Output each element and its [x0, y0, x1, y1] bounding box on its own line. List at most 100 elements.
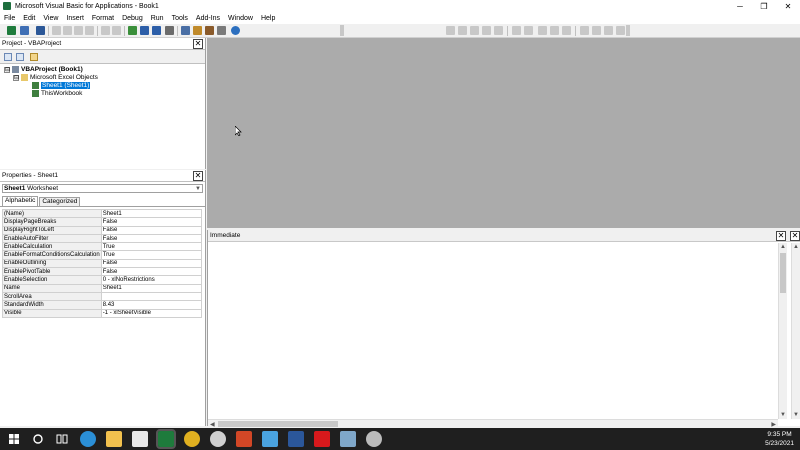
close-window-button[interactable]: ✕	[776, 0, 800, 12]
property-row[interactable]: (Name) Sheet1	[2, 208, 203, 219]
property-row[interactable]: DisplayPageBreaks False	[2, 217, 203, 227]
menu-insert[interactable]: Insert	[66, 15, 84, 22]
code-workspace[interactable]	[207, 38, 800, 228]
property-row[interactable]: ScrollArea	[2, 291, 203, 302]
notepad-icon[interactable]	[340, 431, 356, 447]
edge-icon[interactable]	[80, 431, 96, 447]
property-row[interactable]: Name Sheet1	[2, 283, 203, 293]
object-browser-icon[interactable]	[205, 26, 214, 35]
scroll-up-icon[interactable]: ▲	[780, 244, 786, 250]
indent-icon[interactable]	[512, 26, 521, 35]
excel-view-icon[interactable]	[7, 26, 16, 35]
find-icon[interactable]	[85, 26, 94, 35]
scroll-left-icon[interactable]: ◀	[210, 421, 215, 428]
chevron-down-icon[interactable]: ▼	[194, 186, 202, 192]
word-icon[interactable]	[288, 431, 304, 447]
copy-icon[interactable]	[63, 26, 72, 35]
property-value[interactable]: 0 - xlNoRestrictions	[100, 275, 203, 285]
toggle-folders-icon[interactable]	[30, 53, 38, 61]
immediate-outer-close-icon[interactable]: ✕	[790, 230, 800, 241]
scroll-right-icon[interactable]: ▶	[771, 421, 776, 428]
windows-start-icon[interactable]	[6, 431, 22, 447]
clear-bookmarks-icon[interactable]	[616, 26, 625, 35]
view-object-icon[interactable]	[16, 53, 24, 61]
app-icon[interactable]	[210, 431, 226, 447]
acrobat-icon[interactable]	[314, 431, 330, 447]
help-icon[interactable]	[231, 26, 240, 35]
property-value[interactable]: -1 - xlSheetVisible	[100, 308, 203, 318]
immediate-horizontal-scrollbar[interactable]: ◀ ▶	[208, 419, 778, 428]
break-icon[interactable]	[140, 26, 149, 35]
mail-icon[interactable]	[132, 431, 148, 447]
scroll-down-icon[interactable]: ▼	[793, 412, 799, 418]
project-explorer-icon[interactable]	[181, 26, 190, 35]
menu-edit[interactable]: Edit	[23, 15, 35, 22]
settings-icon[interactable]	[366, 431, 382, 447]
redo-icon[interactable]	[112, 26, 121, 35]
property-value[interactable]: Sheet1	[100, 283, 203, 293]
uncomment-block-icon[interactable]	[562, 26, 571, 35]
outer-vertical-scrollbar[interactable]: ▲ ▼	[791, 243, 800, 419]
expander-icon[interactable]: ⊟	[4, 66, 10, 73]
quick-info-icon[interactable]	[470, 26, 479, 35]
menu-window[interactable]: Window	[228, 15, 253, 22]
menu-debug[interactable]: Debug	[122, 15, 143, 22]
scroll-thumb[interactable]	[780, 253, 786, 293]
tree-folder[interactable]: ⊟ Microsoft Excel Objects	[13, 74, 98, 81]
property-value[interactable]	[100, 291, 203, 302]
task-view-icon[interactable]	[54, 431, 70, 447]
tree-root[interactable]: ⊟ VBAProject (Book1)	[4, 66, 83, 73]
run-icon[interactable]	[128, 26, 137, 35]
project-pane-close-icon[interactable]: ✕	[193, 38, 203, 49]
toolbar-grip-2[interactable]	[626, 25, 630, 36]
menu-format[interactable]: Format	[92, 15, 114, 22]
property-value[interactable]: 8.43	[100, 300, 203, 310]
property-value[interactable]: Sheet1	[100, 208, 203, 219]
property-row[interactable]: EnableFormatConditionsCalculation True	[2, 250, 203, 260]
powerpoint-icon[interactable]	[236, 431, 252, 447]
property-value[interactable]: False	[100, 233, 203, 244]
property-row[interactable]: EnableOutlining False	[2, 258, 203, 269]
tab-categorized[interactable]: Categorized	[39, 197, 81, 206]
immediate-text-area[interactable]	[208, 243, 778, 418]
excel-icon[interactable]	[156, 429, 176, 449]
scroll-down-icon[interactable]: ▼	[780, 412, 786, 418]
search-icon[interactable]	[30, 431, 46, 447]
design-mode-icon[interactable]	[165, 26, 174, 35]
properties-window-icon[interactable]	[193, 26, 202, 35]
tree-item-sheet1[interactable]: Sheet1 (Sheet1)	[32, 82, 91, 89]
property-row[interactable]: EnablePivotTable False	[2, 267, 203, 277]
scroll-up-icon[interactable]: ▲	[793, 244, 799, 250]
toggle-breakpoint-icon[interactable]	[538, 26, 547, 35]
chrome-icon[interactable]	[184, 431, 200, 447]
previous-bookmark-icon[interactable]	[604, 26, 613, 35]
properties-pane-close-icon[interactable]: ✕	[193, 170, 203, 181]
property-row[interactable]: EnableSelection 0 - xlNoRestrictions	[2, 275, 203, 285]
expander-icon[interactable]: ⊟	[13, 74, 19, 81]
property-row[interactable]: EnableCalculation True	[2, 242, 203, 252]
menu-tools[interactable]: Tools	[172, 15, 188, 22]
list-constants-icon[interactable]	[458, 26, 467, 35]
property-row[interactable]: Visible -1 - xlSheetVisible	[2, 308, 203, 318]
save-icon[interactable]	[36, 26, 45, 35]
undo-icon[interactable]	[101, 26, 110, 35]
minimize-button[interactable]: ─	[728, 0, 752, 12]
parameter-info-icon[interactable]	[482, 26, 491, 35]
menu-file[interactable]: File	[4, 15, 15, 22]
comment-block-icon[interactable]	[550, 26, 559, 35]
property-row[interactable]: StandardWidth 8.43	[2, 300, 203, 310]
restore-button[interactable]: ❐	[752, 0, 776, 12]
next-bookmark-icon[interactable]	[592, 26, 601, 35]
menu-help[interactable]: Help	[261, 15, 275, 22]
property-row[interactable]: DisplayRightToLeft False	[2, 225, 203, 235]
property-value[interactable]: True	[100, 242, 203, 252]
file-explorer-icon[interactable]	[106, 431, 122, 447]
toolbar-grip[interactable]	[340, 25, 344, 36]
paste-icon[interactable]	[74, 26, 83, 35]
property-value[interactable]: False	[100, 267, 203, 277]
tree-item-thisworkbook[interactable]: ThisWorkbook	[32, 90, 82, 97]
scroll-thumb[interactable]	[218, 421, 338, 427]
property-value[interactable]: True	[100, 250, 203, 260]
toolbox-icon[interactable]	[217, 26, 226, 35]
tab-alphabetic[interactable]: Alphabetic	[2, 196, 39, 206]
